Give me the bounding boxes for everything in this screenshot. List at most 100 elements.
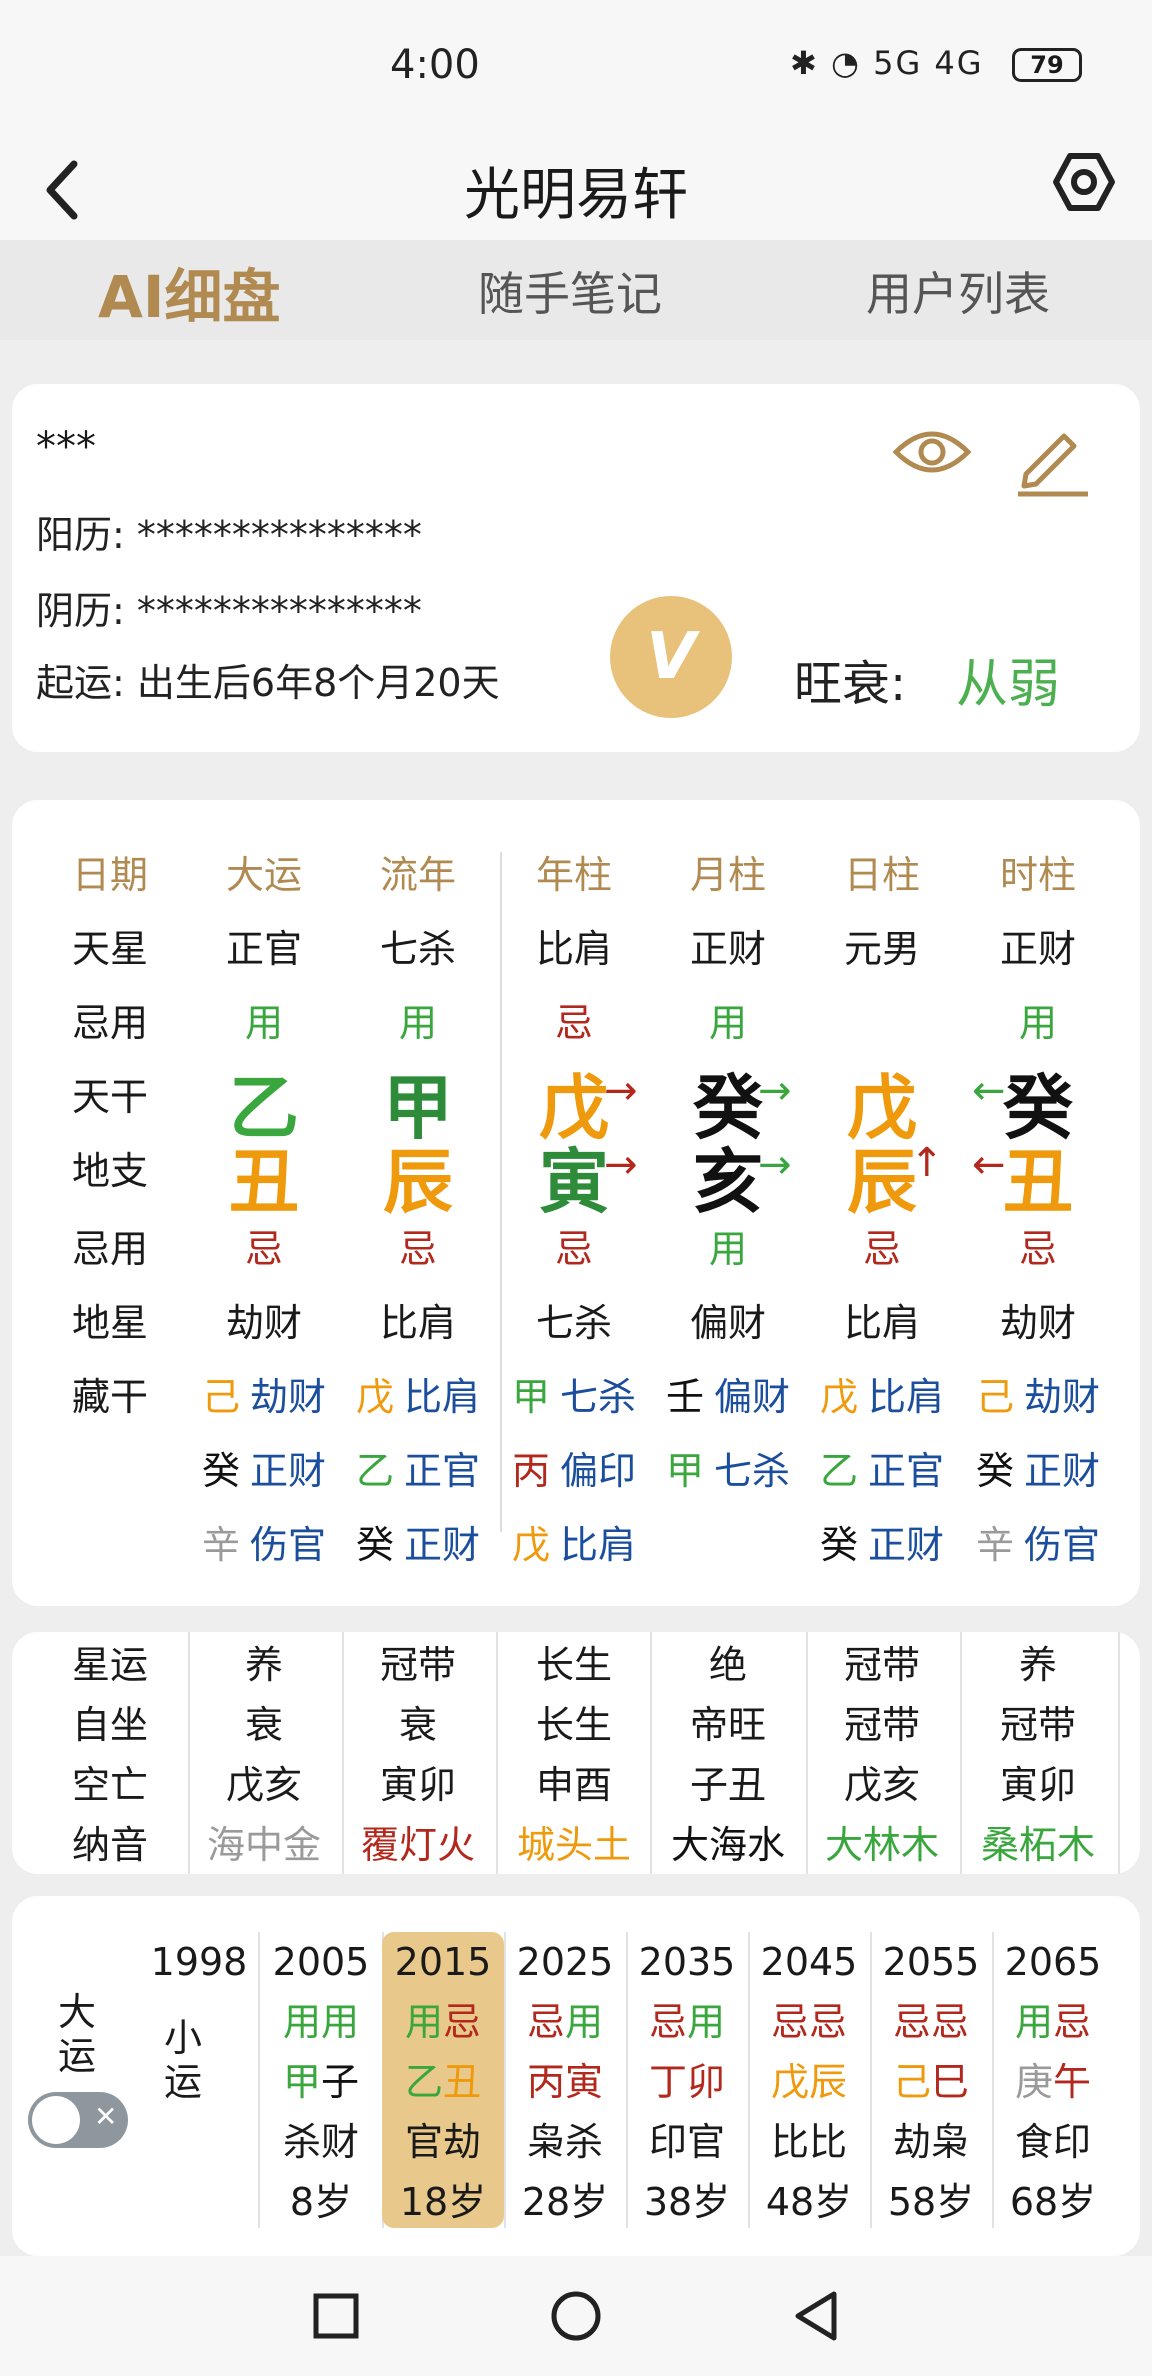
- column-divider: [1118, 1632, 1120, 1874]
- dayun-age: 8岁: [289, 2180, 353, 2224]
- canggan-cell: 癸正财: [342, 1514, 494, 1569]
- dayun-shishen: 枭杀: [526, 2120, 603, 2164]
- canggan-cell: 戊比肩: [498, 1514, 650, 1569]
- page-title: 光明易轩: [464, 163, 688, 228]
- canggan-stem: 甲: [511, 1375, 550, 1419]
- canggan-god: 劫财: [1024, 1375, 1101, 1419]
- row-label: 纳音: [71, 1823, 148, 1867]
- recent-apps-button[interactable]: [312, 2292, 360, 2344]
- app-header: 光明易轩: [0, 130, 1152, 240]
- canggan-god: 七杀: [714, 1449, 791, 1493]
- extra-cell: 衰: [398, 1703, 437, 1747]
- dayun-column[interactable]: 2065 用忌 庚午 食印 68岁: [992, 1932, 1114, 2228]
- canggan-stem: 癸: [355, 1523, 394, 1567]
- luck-cycles-card: 大运 小运 1998 ✕ 2005 用用 甲子 杀财 8岁 2015 用忌 乙丑 官劫 18岁 20…: [12, 1896, 1140, 2256]
- ganzhi-gan: 甲: [282, 2060, 321, 2104]
- solar-label: 阳历:: [36, 513, 125, 557]
- dayun-ganzhi: 戊辰: [748, 2052, 870, 2112]
- ganzhi-zhi: 辰: [809, 2060, 848, 2104]
- row-label: 天干: [71, 1075, 148, 1119]
- canggan-stem: 戊: [819, 1375, 858, 1419]
- extra-cell: 大林木: [824, 1823, 939, 1867]
- tab-ai-chart[interactable]: AI细盘: [98, 250, 280, 334]
- toggle-visibility-button[interactable]: [892, 424, 972, 484]
- jiyong-cell: 用: [708, 1227, 747, 1271]
- wangshuai-value: 从弱: [956, 655, 1061, 715]
- profile-card: *** 阳历: *************** 阴历: ************…: [12, 384, 1140, 752]
- canggan-god: 比肩: [560, 1523, 637, 1567]
- jiyong-cell: 忌: [554, 1227, 593, 1271]
- tianxing-cell: 元男: [843, 927, 920, 971]
- col-header: 大运: [225, 853, 302, 897]
- canggan-cell: 壬偏财: [652, 1366, 804, 1421]
- dayun-year: 2005: [272, 1940, 370, 1984]
- canggan-stem: 辛: [201, 1523, 240, 1567]
- canggan-cell: 戊比肩: [806, 1366, 958, 1421]
- extra-cell: 城头土: [516, 1823, 631, 1867]
- vip-badge-icon[interactable]: V: [610, 596, 732, 718]
- canggan-cell: 甲七杀: [498, 1366, 650, 1421]
- ganzhi-gan: 丙: [526, 2060, 565, 2104]
- dayun-column[interactable]: 2055 忌忌 己巳 劫枭 58岁: [870, 1932, 992, 2228]
- extra-cell: 桑柘木: [980, 1823, 1095, 1867]
- dixing-cell: 比肩: [843, 1301, 920, 1345]
- dayun-jiyong: 用忌: [992, 1992, 1114, 2052]
- row-label: 地支: [71, 1149, 148, 1193]
- tab-notes[interactable]: 随手笔记: [478, 258, 662, 324]
- dayun-column[interactable]: 2025 忌用 丙寅 枭杀 28岁: [504, 1932, 626, 2228]
- xiaoyun-toggle[interactable]: ✕: [28, 2092, 128, 2148]
- jiyong-mark: 用: [1014, 2000, 1053, 2044]
- dayun-shishen: 官劫: [404, 2120, 481, 2164]
- dixing-cell: 比肩: [379, 1301, 456, 1345]
- dayun-age: 58岁: [887, 2180, 975, 2224]
- lunar-date-row: 阴历: ***************: [36, 580, 422, 635]
- canggan-stem: 癸: [819, 1523, 858, 1567]
- dayun-column[interactable]: 2035 忌用 丁卯 印官 38岁: [626, 1932, 748, 2228]
- ganzhi-zhi: 丑: [443, 2060, 482, 2104]
- extra-cell: 子丑: [689, 1763, 766, 1807]
- ganzhi-gan: 丁: [648, 2060, 687, 2104]
- jiyong-mark: 用: [687, 2000, 726, 2044]
- col-header: 日柱: [843, 853, 920, 897]
- col-header: 年柱: [535, 853, 612, 897]
- ganzhi-zhi: 卯: [687, 2060, 726, 2104]
- canggan-cell: 己劫财: [188, 1366, 340, 1421]
- qiyun-value: 出生后6年8个月20天: [136, 661, 500, 705]
- dayun-label: 大运: [58, 1990, 97, 2078]
- dixing-cell: 劫财: [225, 1301, 302, 1345]
- back-nav-button[interactable]: [792, 2290, 840, 2346]
- dayun-shishen: 杀财: [282, 2120, 359, 2164]
- wangshuai-label: 旺衰:: [794, 656, 907, 712]
- dayun-column[interactable]: 2005 用用 甲子 杀财 8岁: [260, 1932, 382, 2228]
- dayun-column[interactable]: 2045 忌忌 戊辰 比比 48岁: [748, 1932, 870, 2228]
- dixing-cell: 偏财: [689, 1301, 766, 1345]
- tab-user-list[interactable]: 用户列表: [866, 258, 1050, 324]
- status-icons: ✱ ◔ 5G 4G: [790, 44, 984, 82]
- settings-button[interactable]: [1052, 150, 1116, 214]
- row-label: 忌用: [71, 1227, 148, 1271]
- extra-cell: 冠带: [843, 1643, 920, 1687]
- edit-profile-button[interactable]: [1012, 418, 1092, 502]
- canggan-god: 正官: [404, 1449, 481, 1493]
- canggan-god: 七杀: [560, 1375, 637, 1419]
- extra-cell: 大海水: [670, 1823, 785, 1867]
- dayun-age: 68岁: [1009, 2180, 1097, 2224]
- ganzhi-gan: 己: [892, 2060, 931, 2104]
- back-button[interactable]: [42, 158, 82, 237]
- dayun-ganzhi: 丁卯: [626, 2052, 748, 2112]
- row-label: 自坐: [71, 1703, 148, 1747]
- canggan-cell: 戊比肩: [342, 1366, 494, 1421]
- dayun-column[interactable]: 2015 用忌 乙丑 官劫 18岁: [382, 1932, 504, 2228]
- jiyong-mark: 忌: [1053, 2000, 1092, 2044]
- circle-icon: [551, 2291, 601, 2341]
- solar-value: ***************: [136, 513, 422, 557]
- dayun-age: 18岁: [399, 2180, 487, 2224]
- extra-cell: 戊亥: [843, 1763, 920, 1807]
- canggan-god: 偏印: [560, 1449, 637, 1493]
- tianxing-cell: 正财: [689, 927, 766, 971]
- dayun-jiyong: 用忌: [382, 1992, 504, 2052]
- home-button[interactable]: [550, 2290, 602, 2346]
- qiyun-label: 起运:: [36, 661, 125, 705]
- canggan-god: 正财: [868, 1523, 945, 1567]
- row-label: 空亡: [71, 1763, 148, 1807]
